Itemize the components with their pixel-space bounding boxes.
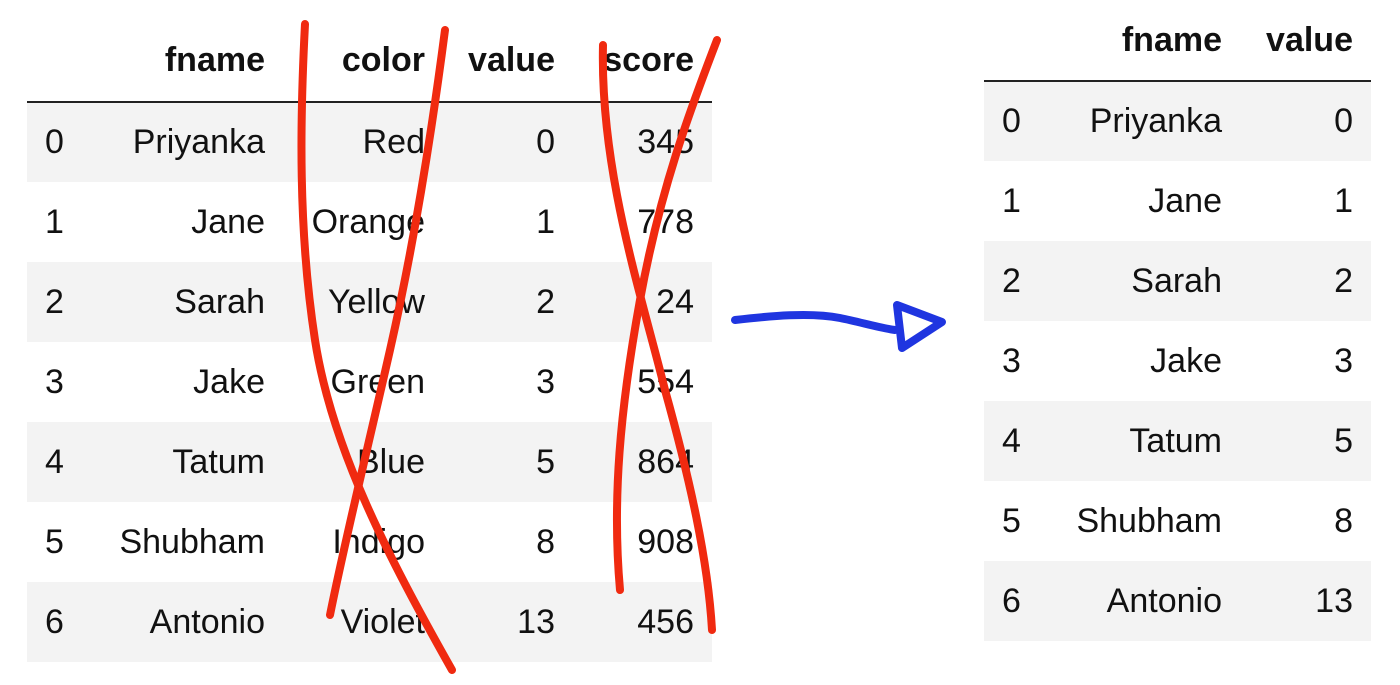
cell-fname: Jake: [1150, 341, 1222, 380]
cell-value: 13: [517, 602, 555, 641]
index-header: [27, 20, 83, 102]
table-row: 6 Antonio 13: [984, 561, 1371, 641]
cell-fname: Tatum: [172, 442, 265, 481]
right-arrow-icon: [731, 301, 946, 352]
row-index: 6: [1002, 581, 1021, 620]
cell-value: 0: [1334, 102, 1353, 140]
cell-fname: Jake: [193, 362, 265, 401]
table-row: 5 Shubham Indigo 8 908: [27, 502, 712, 582]
row-index: 3: [1002, 341, 1021, 380]
result-dataframe-table: fname value 0 Priyanka 0 1 Jane 1 2 Sara…: [984, 0, 1371, 641]
row-index: 2: [45, 282, 64, 321]
index-header: [984, 0, 1040, 81]
cell-value: 8: [536, 522, 555, 561]
cell-value: 5: [1334, 421, 1353, 460]
cell-value: 3: [1334, 341, 1353, 380]
cell-value: 0: [536, 123, 555, 161]
table-row: 4 Tatum 5: [984, 401, 1371, 481]
column-header-value: value: [468, 41, 555, 79]
cell-value: 13: [1315, 581, 1353, 620]
cell-value: 2: [536, 282, 555, 321]
cell-color: Red: [362, 123, 425, 161]
cell-fname: Priyanka: [1089, 102, 1222, 140]
cell-fname: Sarah: [1131, 261, 1222, 300]
row-index: 5: [45, 522, 64, 561]
table-row: 0 Priyanka Red 0 345: [27, 102, 712, 182]
table-row: 2 Sarah 2: [984, 241, 1371, 321]
cell-score: 908: [637, 522, 694, 561]
cell-score: 345: [637, 123, 694, 161]
table-row: 0 Priyanka 0: [984, 81, 1371, 161]
row-index: 1: [45, 202, 64, 241]
row-index: 4: [45, 442, 64, 481]
table-row: 1 Jane Orange 1 778: [27, 182, 712, 262]
cell-score: 24: [656, 282, 694, 321]
table-row: 5 Shubham 8: [984, 481, 1371, 561]
table-row: 4 Tatum Blue 5 864: [27, 422, 712, 502]
cell-fname: Tatum: [1129, 421, 1222, 460]
column-header-fname: fname: [164, 41, 265, 79]
table-row: 3 Jake Green 3 554: [27, 342, 712, 422]
column-header-color: color: [341, 41, 425, 79]
cell-value: 1: [536, 202, 555, 241]
cell-color: Green: [330, 362, 426, 401]
cell-value: 5: [536, 442, 555, 481]
column-header-fname: fname: [1121, 20, 1222, 59]
row-index: 4: [1002, 421, 1021, 460]
cell-fname: Priyanka: [132, 123, 265, 161]
cell-fname: Antonio: [1106, 581, 1222, 620]
row-index: 0: [1002, 102, 1021, 140]
table-header-row: fname color value score: [27, 20, 712, 102]
table-row: 1 Jane 1: [984, 161, 1371, 241]
table-row: 6 Antonio Violet 13 456: [27, 582, 712, 662]
cell-score: 778: [637, 202, 694, 241]
cell-fname: Shubham: [119, 522, 265, 561]
cell-fname: Antonio: [149, 602, 265, 641]
cell-color: Yellow: [327, 282, 425, 321]
cell-color: Blue: [356, 442, 425, 481]
row-index: 0: [45, 123, 64, 161]
cell-fname: Jane: [1148, 181, 1222, 220]
cell-fname: Sarah: [174, 282, 265, 321]
table-row: 3 Jake 3: [984, 321, 1371, 401]
cell-fname: Shubham: [1076, 501, 1222, 540]
cell-value: 2: [1334, 261, 1353, 300]
column-header-score: score: [603, 41, 694, 79]
cell-score: 864: [637, 442, 694, 481]
cell-color: Orange: [311, 202, 425, 241]
arrow-shaft: [731, 310, 899, 334]
cell-score: 456: [637, 602, 694, 641]
original-dataframe-table: fname color value score 0 Priyanka Red 0…: [27, 20, 712, 662]
cell-fname: Jane: [191, 202, 265, 241]
row-index: 6: [45, 602, 64, 641]
cell-value: 3: [536, 362, 555, 401]
row-index: 1: [1002, 181, 1021, 220]
row-index: 3: [45, 362, 64, 401]
table-header-row: fname value: [984, 0, 1371, 81]
table-row: 2 Sarah Yellow 2 24: [27, 262, 712, 342]
column-header-value: value: [1266, 20, 1353, 59]
cell-color: Violet: [340, 602, 425, 641]
cell-color: Indigo: [332, 522, 425, 561]
row-index: 5: [1002, 501, 1021, 540]
cell-value: 1: [1334, 181, 1353, 220]
cell-score: 554: [637, 362, 694, 401]
arrow-head: [893, 301, 946, 352]
row-index: 2: [1002, 261, 1021, 300]
cell-value: 8: [1334, 501, 1353, 540]
